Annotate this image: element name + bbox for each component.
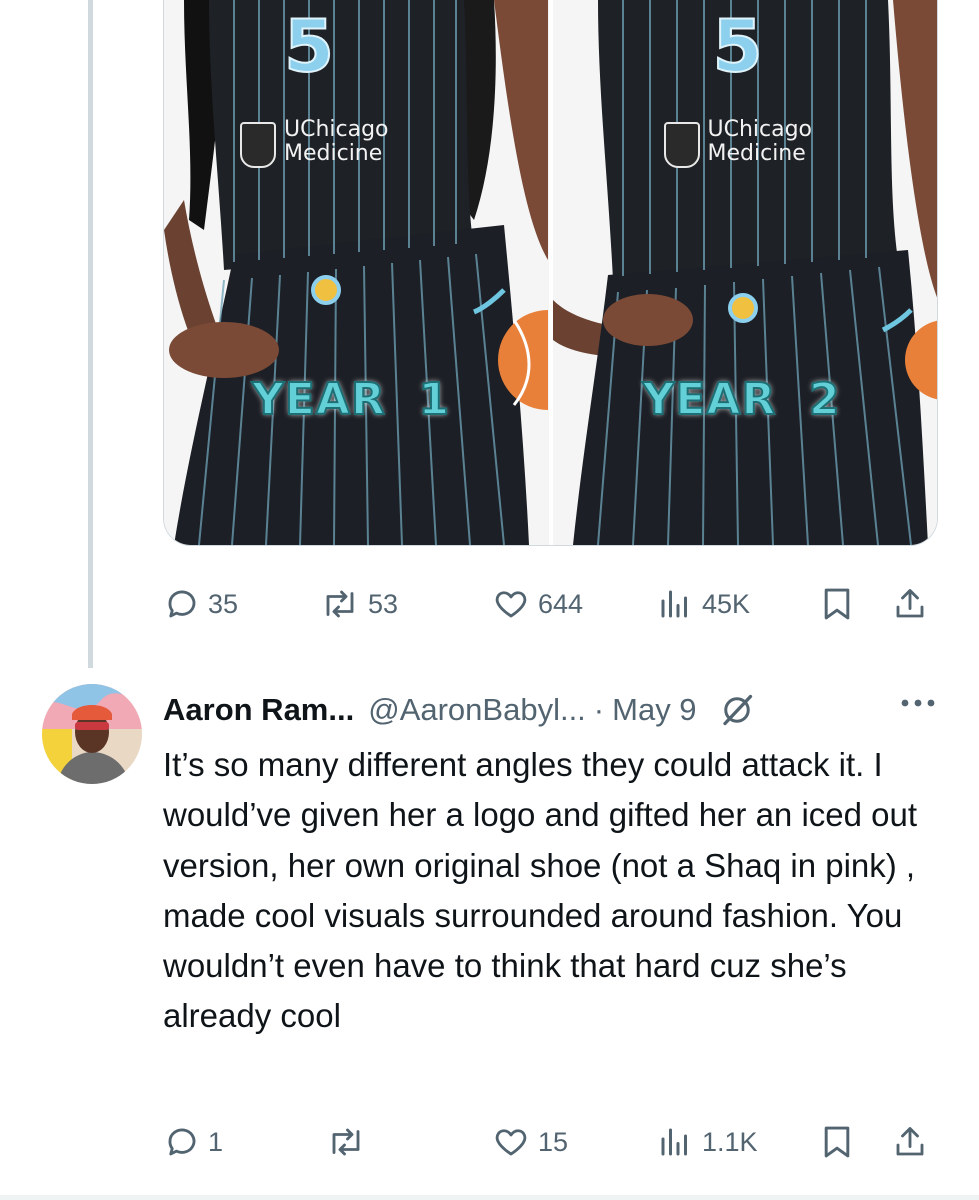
- bookmark-button[interactable]: [820, 584, 854, 624]
- uchicago-crest-icon: [240, 122, 276, 168]
- jersey-number: 5: [283, 4, 335, 88]
- grok-slash-icon[interactable]: [719, 692, 755, 728]
- repost-count: 53: [368, 588, 399, 619]
- jersey-sponsor: UChicago Medicine: [240, 117, 389, 168]
- thread-connector-line: [88, 0, 93, 668]
- share-button[interactable]: [892, 584, 928, 624]
- like-button[interactable]: 644: [492, 584, 583, 624]
- divider: [0, 1195, 979, 1200]
- views-button[interactable]: 45K: [656, 584, 750, 624]
- bookmark-button[interactable]: [820, 1122, 854, 1162]
- reply-action-bar: 1 15 1.1K: [160, 1122, 940, 1162]
- reply-header: Aaron Ram... @AaronBabyl... · May 9: [163, 688, 943, 732]
- repost-arrows-icon: [332, 1128, 360, 1156]
- tweet-media-grid[interactable]: 5 UChicago Medicine YEAR 1 5 UChicago Me…: [163, 0, 938, 546]
- share-upload-icon: [896, 589, 924, 618]
- like-count: 644: [538, 588, 584, 619]
- speech-bubble-icon: [168, 590, 196, 618]
- bookmark-icon: [824, 588, 850, 620]
- like-count: 15: [538, 1126, 569, 1157]
- author-name[interactable]: Aaron Ram...: [163, 692, 354, 728]
- uchicago-crest-icon: [663, 122, 700, 168]
- heart-icon: [495, 1129, 527, 1156]
- photo-caption: YEAR 2: [641, 373, 841, 426]
- post-date[interactable]: May 9: [612, 692, 696, 728]
- jersey-number: 5: [711, 4, 763, 88]
- bar-chart-icon: [661, 1128, 687, 1156]
- avatar[interactable]: [42, 684, 142, 784]
- jersey-photo-illustration: [164, 0, 548, 545]
- sponsor-line-2: Medicine: [284, 141, 383, 166]
- more-dots-icon[interactable]: [899, 696, 937, 710]
- avatar-photo: [42, 684, 142, 784]
- bookmark-icon: [824, 1126, 850, 1158]
- jersey-sponsor: UChicago Medicine: [663, 117, 813, 168]
- reply-button[interactable]: 35: [164, 584, 238, 624]
- reply-button[interactable]: 1: [164, 1122, 223, 1162]
- views-count: 45K: [702, 588, 751, 619]
- speech-bubble-icon: [168, 1128, 196, 1156]
- author-handle[interactable]: @AaronBabyl...: [368, 692, 586, 728]
- reply-count: 35: [208, 588, 239, 619]
- views-count: 1.1K: [702, 1126, 758, 1157]
- reply-text: It’s so many different angles they could…: [163, 746, 918, 1035]
- header-separator: ·: [593, 692, 605, 727]
- heart-icon: [495, 591, 527, 618]
- like-button[interactable]: 15: [492, 1122, 568, 1162]
- photo-caption: YEAR 1: [251, 373, 451, 426]
- main-tweet-action-bar: 35 53 644 45K: [160, 584, 940, 624]
- repost-button[interactable]: 53: [320, 584, 398, 624]
- sponsor-line-1: UChicago: [284, 117, 389, 142]
- share-upload-icon: [896, 1127, 924, 1156]
- share-button[interactable]: [892, 1122, 928, 1162]
- bar-chart-icon: [661, 590, 687, 618]
- reply-count: 1: [208, 1126, 224, 1157]
- views-button[interactable]: 1.1K: [656, 1122, 758, 1162]
- media-photo-year-1[interactable]: 5 UChicago Medicine YEAR 1: [164, 0, 549, 545]
- sponsor-line-2: Medicine: [707, 141, 806, 166]
- media-photo-year-2[interactable]: 5 UChicago Medicine YEAR 2: [552, 0, 937, 545]
- repost-button[interactable]: [326, 1122, 374, 1162]
- repost-arrows-icon: [326, 590, 354, 618]
- sponsor-line-1: UChicago: [707, 117, 813, 142]
